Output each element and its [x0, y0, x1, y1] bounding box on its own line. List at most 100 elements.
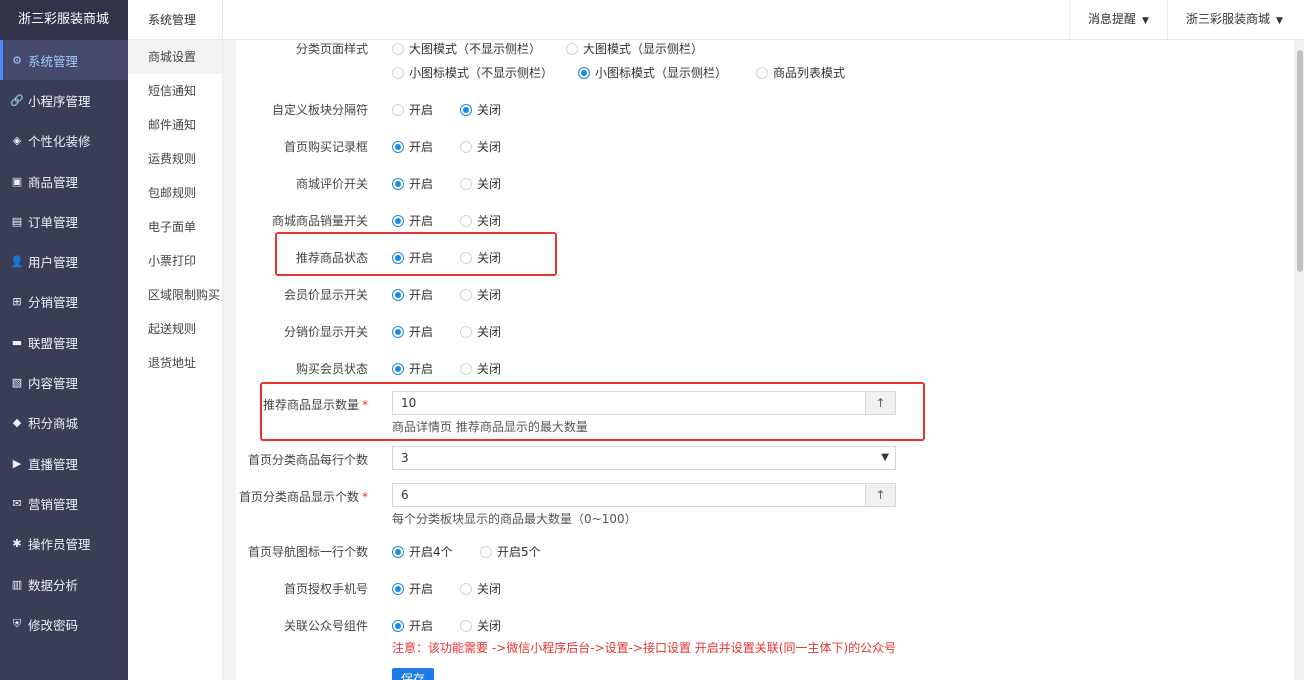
rec-count-label: 推荐商品显示数量 *	[236, 396, 368, 413]
rec-count-input[interactable]: 10 ↑	[392, 391, 896, 415]
mp-off-radio[interactable]: 关闭	[460, 617, 501, 634]
category-style-radio[interactable]: 商品列表模式	[756, 64, 845, 81]
subnav-item[interactable]: 退货地址	[128, 346, 222, 380]
toggle-on-radio[interactable]: 开启	[392, 101, 433, 118]
radio-dot-icon	[392, 251, 404, 264]
cat-count-input[interactable]: 6 ↑	[392, 483, 896, 507]
nav-item-1[interactable]: 🔗 小程序管理	[0, 80, 128, 120]
category-style-radio[interactable]: 小图标模式（显示侧栏）	[578, 64, 727, 81]
subnav-item[interactable]: 短信通知	[128, 74, 222, 108]
nav-item-14[interactable]: ⛨ 修改密码	[0, 604, 128, 644]
toggle-on-radio[interactable]: 开启	[392, 175, 433, 192]
radio-dot-icon	[392, 103, 404, 116]
nav-item-label: 积分商城	[28, 416, 79, 432]
toggle-off-radio[interactable]: 关闭	[460, 101, 501, 118]
toggle-on-radio[interactable]: 开启	[392, 212, 433, 229]
nav-item-9[interactable]: ◆ 积分商城	[0, 403, 128, 443]
radio-dot-icon	[392, 140, 404, 153]
auth-phone-label: 首页授权手机号	[283, 582, 368, 596]
toggle-off-radio[interactable]: 关闭	[460, 249, 501, 266]
scrollbar[interactable]	[1296, 40, 1304, 680]
nav-item-7[interactable]: ▬ 联盟管理	[0, 322, 128, 362]
per-row-select[interactable]: 3 ▼	[392, 446, 896, 470]
subnav-item[interactable]: 电子面单	[128, 210, 222, 244]
toggle-off-radio[interactable]: 关闭	[460, 138, 501, 155]
nav-item-5[interactable]: 👤 用户管理	[0, 241, 128, 281]
toggle-off-radio[interactable]: 关闭	[460, 360, 501, 377]
nav-item-0[interactable]: ⚙ 系统管理	[0, 40, 128, 81]
radio-label: 开启5个	[497, 545, 541, 559]
nav-item-label: 订单管理	[28, 214, 79, 230]
shop-menu[interactable]: 浙三彩服装商城 ▼	[1167, 0, 1301, 40]
nav-item-label: 商品管理	[28, 174, 79, 190]
radio-dot-icon	[392, 214, 404, 227]
radio-label: 开启	[409, 140, 434, 154]
nav-item-10[interactable]: ▶ 直播管理	[0, 443, 128, 483]
nav-4-radio[interactable]: 开启4个	[392, 543, 453, 560]
mp-on-radio[interactable]: 开启	[392, 617, 433, 634]
arrow-up-icon: ↑	[875, 488, 886, 502]
subnav-item[interactable]: 区域限制购买	[128, 278, 222, 312]
subnav-item[interactable]: 包邮规则	[128, 176, 222, 210]
radio-label: 关闭	[477, 251, 502, 265]
toggle-off-radio[interactable]: 关闭	[460, 286, 501, 303]
category-style-radio[interactable]: 小图标模式（不显示侧栏）	[392, 64, 553, 81]
subnav-item[interactable]: 邮件通知	[128, 108, 222, 142]
cat-count-value: 6	[401, 488, 409, 502]
toggle-off-radio[interactable]: 关闭	[460, 323, 501, 340]
toggle-on-radio[interactable]: 开启	[392, 360, 433, 377]
stepper-up-button[interactable]: ↑	[865, 484, 895, 506]
nav-item-8[interactable]: ▧ 内容管理	[0, 362, 128, 402]
rec-count-help: 商品详情页 推荐商品显示的最大数量	[392, 420, 588, 434]
nav-per-row-label: 首页导航图标一行个数	[247, 545, 368, 559]
toggle-on-radio[interactable]: 开启	[392, 286, 433, 303]
radio-dot-icon	[392, 288, 404, 301]
top-bar: 消息提醒 ▼ 浙三彩服装商城 ▼	[223, 0, 1304, 40]
nav-item-2[interactable]: ◈ 个性化装修	[0, 121, 128, 161]
nav-item-11[interactable]: ✉ 营销管理	[0, 483, 128, 523]
toggle-off-radio[interactable]: 关闭	[460, 212, 501, 229]
toggle-on-radio[interactable]: 开启	[392, 323, 433, 340]
subnav-item[interactable]: 起送规则	[128, 312, 222, 346]
category-style-radio[interactable]: 大图模式（不显示侧栏）	[392, 40, 541, 57]
main-sidebar: 浙三彩服装商城 ⚙ 系统管理 🔗 小程序管理 ◈ 个性化装修 ▣ 商品管理 ▤ 订单管理 👤 用户管理…	[0, 0, 128, 680]
nav-5-radio[interactable]: 开启5个	[480, 543, 541, 560]
sitemap-icon: ⊞	[12, 295, 22, 309]
stepper-up-button[interactable]: ↑	[865, 392, 895, 414]
save-button[interactable]: 保存	[392, 668, 434, 680]
nav-item-12[interactable]: ✱ 操作员管理	[0, 524, 128, 564]
radio-label: 大图模式（显示侧栏）	[583, 42, 704, 56]
nav-item-6[interactable]: ⊞ 分销管理	[0, 282, 128, 322]
radio-dot-icon	[460, 103, 472, 116]
subnav-item[interactable]: 小票打印	[128, 244, 222, 278]
subnav-title: 系统管理	[128, 0, 222, 40]
scrollbar-thumb[interactable]	[1297, 50, 1303, 272]
shield-icon: ⛨	[12, 617, 22, 631]
radio-label: 商品列表模式	[773, 66, 846, 80]
category-style-radio[interactable]: 大图模式（显示侧栏）	[566, 40, 703, 57]
toggle-label: 首页购买记录框	[283, 140, 368, 154]
notice-menu[interactable]: 消息提醒 ▼	[1069, 0, 1167, 40]
radio-label: 开启	[409, 619, 434, 633]
radio-dot-icon	[460, 140, 472, 153]
caret-down-icon: ▼	[1142, 16, 1149, 26]
toggle-on-radio[interactable]: 开启	[392, 249, 433, 266]
radio-label: 开启	[409, 177, 434, 191]
radio-dot-icon	[460, 325, 472, 338]
nav-item-13[interactable]: ▥ 数据分析	[0, 564, 128, 604]
radio-label: 关闭	[477, 325, 502, 339]
toggle-on-radio[interactable]: 开启	[392, 138, 433, 155]
subnav-item[interactable]: 运费规则	[128, 142, 222, 176]
nav-item-label: 个性化装修	[28, 134, 91, 150]
toggle-off-radio[interactable]: 关闭	[460, 175, 501, 192]
radio-dot-icon	[392, 66, 404, 79]
nav-item-4[interactable]: ▤ 订单管理	[0, 201, 128, 241]
subnav-item[interactable]: 商城设置	[128, 40, 222, 74]
radio-label: 开启	[409, 214, 434, 228]
radio-label: 开启	[409, 251, 434, 265]
auth-phone-on-radio[interactable]: 开启	[392, 580, 433, 597]
auth-phone-off-radio[interactable]: 关闭	[460, 580, 501, 597]
nav-item-3[interactable]: ▣ 商品管理	[0, 161, 128, 201]
radio-dot-icon	[392, 582, 404, 595]
nav-item-label: 营销管理	[28, 496, 79, 512]
